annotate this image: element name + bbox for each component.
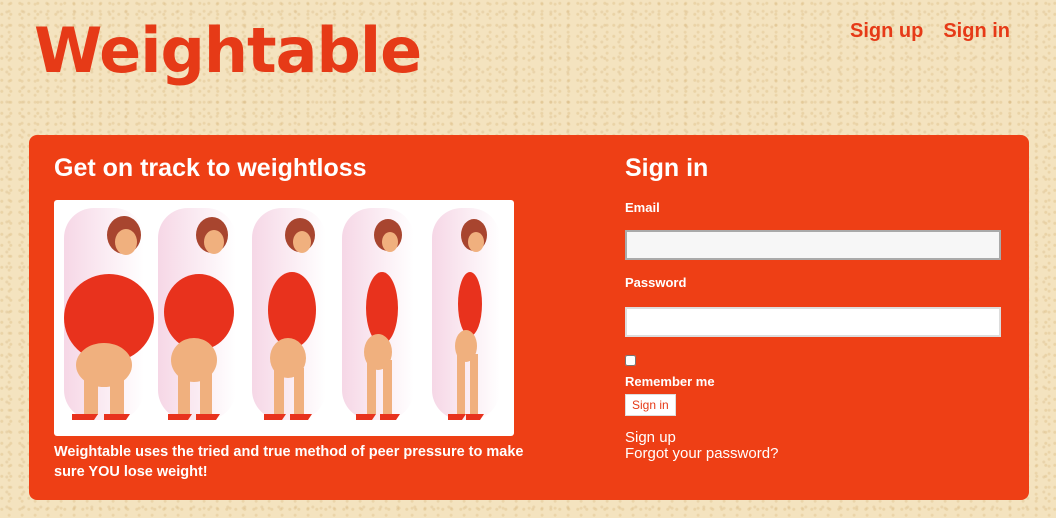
signin-heading: Sign in: [625, 154, 709, 182]
password-field[interactable]: [625, 307, 1001, 337]
nav-signup-link[interactable]: Sign up: [850, 20, 923, 43]
signup-link[interactable]: Sign up: [625, 430, 1005, 446]
signin-button[interactable]: Sign in: [625, 394, 676, 416]
figure-2: [158, 208, 236, 420]
figure-5: [432, 208, 500, 420]
brand-logo[interactable]: Weightable: [34, 6, 422, 96]
figure-1: [64, 208, 154, 420]
figure-4: [342, 208, 414, 420]
remember-me-checkbox[interactable]: [625, 355, 636, 366]
signin-form: Sign in Email Password Remember me Sign …: [625, 153, 1005, 462]
forgot-password-link[interactable]: Forgot your password?: [625, 446, 1005, 462]
main-panel: Get on track to weightloss Weightable us…: [29, 135, 1029, 500]
nav-signin-link[interactable]: Sign in: [943, 20, 1010, 43]
top-nav: Sign up Sign in: [850, 20, 1010, 43]
weightloss-figures-image: [64, 208, 500, 420]
promo-section: Get on track to weightloss Weightable us…: [54, 153, 524, 482]
email-field[interactable]: [625, 230, 1001, 260]
email-label: Email: [625, 200, 660, 215]
password-label: Password: [625, 275, 687, 290]
figure-3: [252, 208, 326, 420]
signin-links: Sign up Forgot your password?: [625, 430, 1005, 462]
promo-heading: Get on track to weightloss: [54, 154, 367, 182]
promo-tagline: Weightable uses the tried and true metho…: [54, 444, 524, 480]
remember-me-label: Remember me: [625, 374, 715, 389]
weightloss-illustration: [54, 200, 514, 436]
